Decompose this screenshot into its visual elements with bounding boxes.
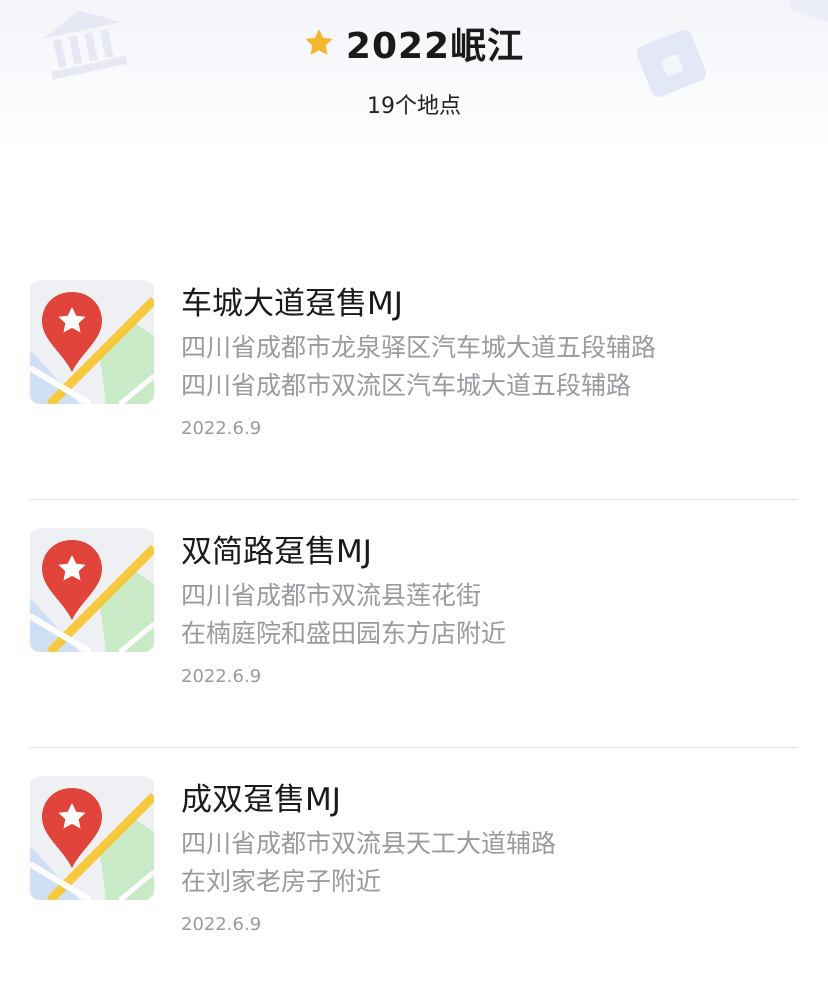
star-icon (306, 30, 332, 55)
map-thumbnail (30, 280, 154, 404)
place-address-line1: 四川省成都市龙泉驿区汽车城大道五段辅路 (181, 333, 657, 362)
place-name: 成双趸售MJ (181, 782, 341, 818)
map-pin-icon (30, 280, 154, 404)
place-name: 车城大道趸售MJ (181, 286, 403, 322)
map-thumbnail (30, 776, 154, 900)
map-pin-icon (30, 528, 154, 652)
map-pin-icon (30, 776, 154, 900)
place-address-line1: 四川省成都市双流县莲花街 (181, 581, 482, 610)
list-item[interactable]: 双简路趸售MJ 四川省成都市双流县莲花街 在楠庭院和盛田园东方店附近 2022.… (0, 500, 828, 748)
collection-title-row: 2022岷江 (0, 20, 828, 67)
list-item[interactable]: 车城大道趸售MJ 四川省成都市龙泉驿区汽车城大道五段辅路 四川省成都市双流区汽车… (0, 252, 828, 500)
list-item[interactable]: 成双趸售MJ 四川省成都市双流县天工大道辅路 在刘家老房子附近 2022.6.9 (0, 748, 828, 981)
place-address-line2: 在刘家老房子附近 (181, 867, 382, 896)
place-name: 双简路趸售MJ (181, 534, 372, 570)
map-thumbnail (30, 528, 154, 652)
collection-page: 2022岷江 19个地点 车城大道趸售MJ 四川省成都市龙泉驿区汽车城大道五段辅… (0, 0, 828, 981)
collection-header: 2022岷江 19个地点 (0, 0, 828, 150)
collection-title: 2022岷江 (345, 26, 525, 67)
place-date: 2022.6.9 (181, 914, 262, 935)
place-date: 2022.6.9 (181, 418, 262, 439)
place-address-line1: 四川省成都市双流县天工大道辅路 (181, 829, 557, 858)
place-date: 2022.6.9 (181, 666, 262, 687)
place-address-line2: 四川省成都市双流区汽车城大道五段辅路 (181, 371, 632, 400)
place-list: 车城大道趸售MJ 四川省成都市龙泉驿区汽车城大道五段辅路 四川省成都市双流区汽车… (0, 252, 828, 981)
place-address-line2: 在楠庭院和盛田园东方店附近 (181, 619, 507, 648)
place-count: 19个地点 (367, 94, 461, 119)
